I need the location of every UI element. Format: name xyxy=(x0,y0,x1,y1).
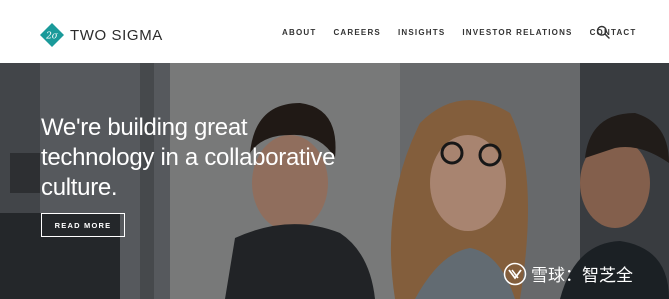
read-more-button[interactable]: READ MORE xyxy=(41,213,125,237)
hero-headline: We're building great technology in a col… xyxy=(41,114,336,201)
search-icon[interactable] xyxy=(596,25,610,39)
nav-insights[interactable]: INSIGHTS xyxy=(398,28,445,37)
watermark-text: 雪球：智芝全 xyxy=(531,266,633,286)
nav-careers[interactable]: CAREERS xyxy=(333,28,381,37)
watermark: 雪球：智芝全 xyxy=(503,261,633,286)
nav-investor-relations[interactable]: INVESTOR RELATIONS xyxy=(462,28,572,37)
snowball-logo-icon xyxy=(503,262,527,285)
site-header: 2σ TWO SIGMA ABOUT CAREERS INSIGHTS INVE… xyxy=(0,0,669,63)
logo-text: TWO SIGMA xyxy=(70,26,163,44)
hero-banner: We're building great technology in a col… xyxy=(0,63,669,299)
nav-about[interactable]: ABOUT xyxy=(282,28,316,37)
logo-mark-text: 2σ xyxy=(45,32,59,42)
logo[interactable]: 2σ TWO SIGMA xyxy=(40,23,163,47)
logo-mark: 2σ xyxy=(40,23,64,47)
